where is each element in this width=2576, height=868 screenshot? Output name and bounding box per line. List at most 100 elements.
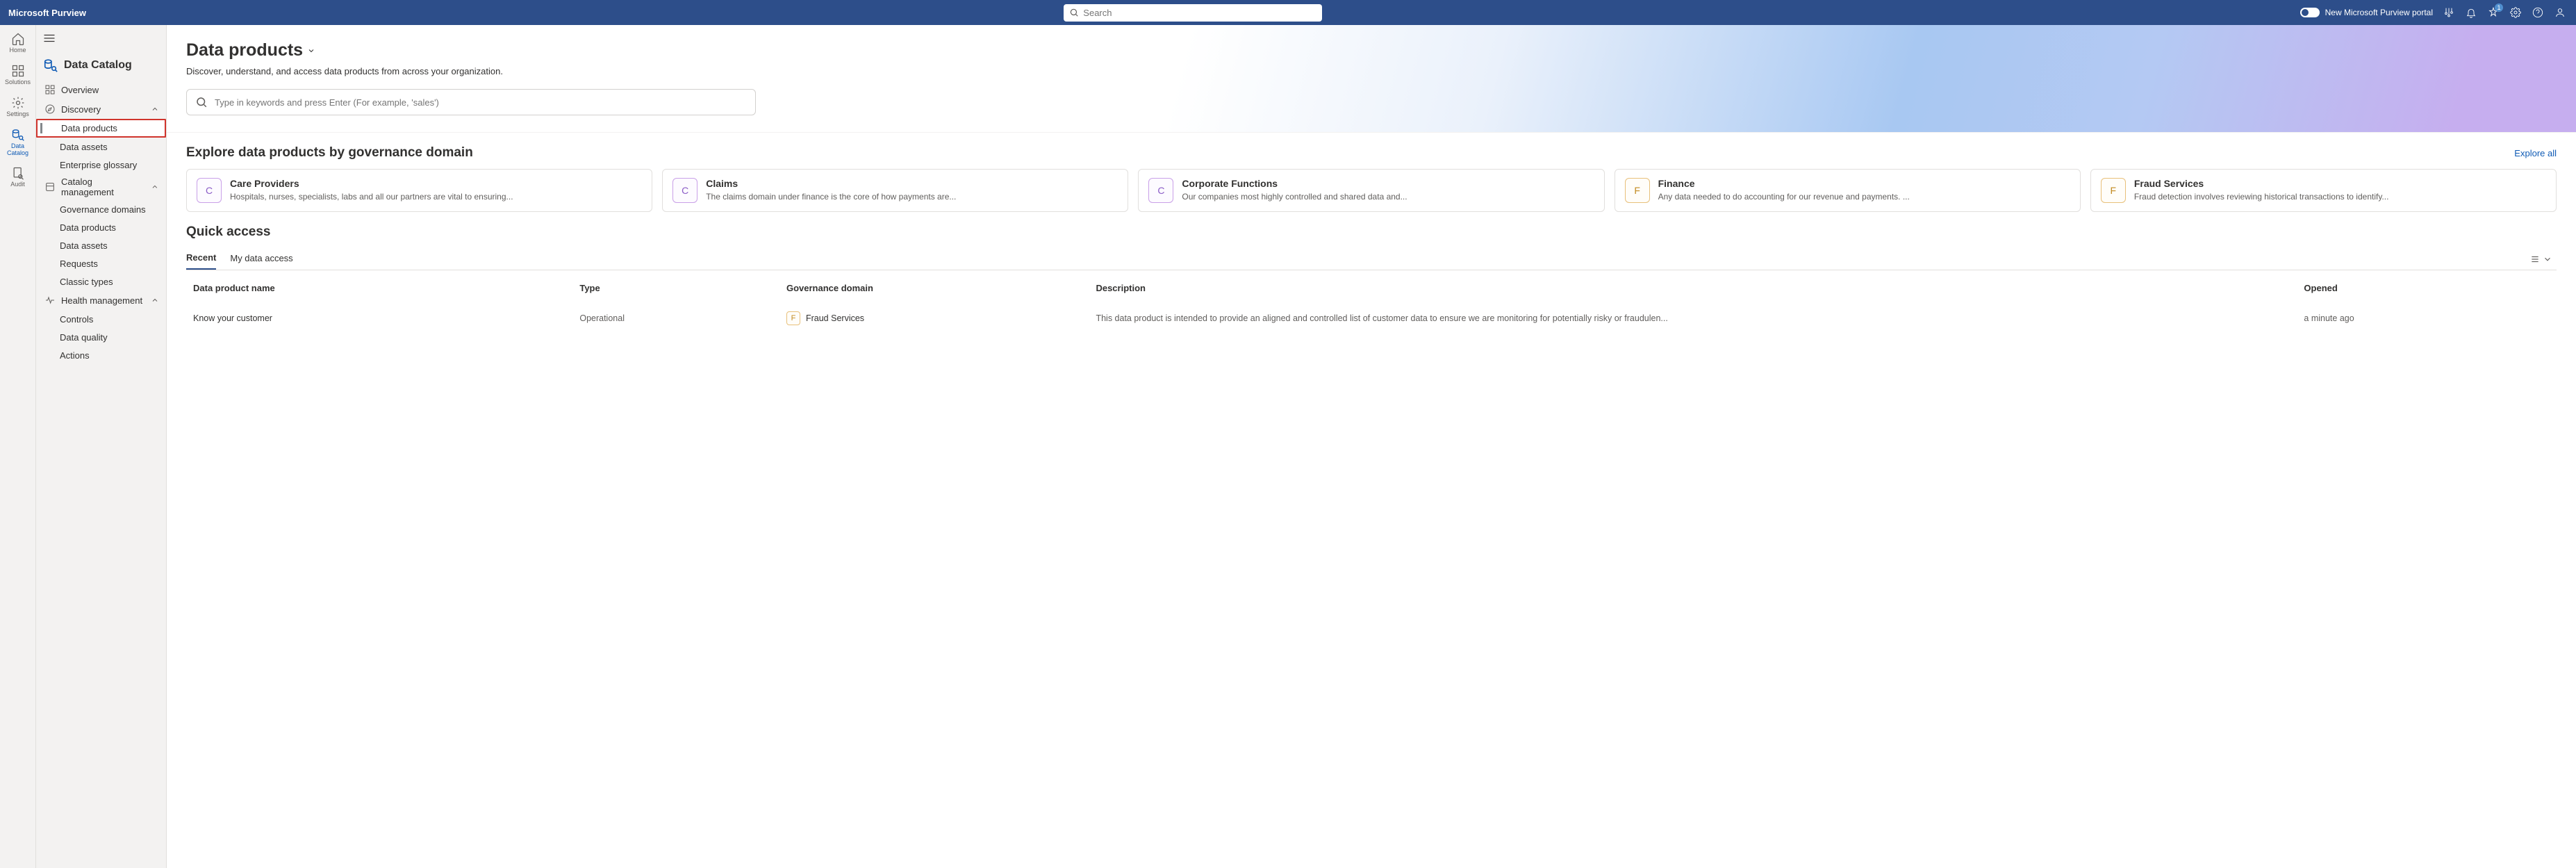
- portal-toggle[interactable]: [2300, 8, 2320, 17]
- tab-my-data-access[interactable]: My data access: [230, 249, 292, 269]
- catalog-mgmt-icon: [44, 181, 56, 193]
- domain-card-corporate-functions[interactable]: C Corporate Functions Our companies most…: [1138, 169, 1604, 212]
- settings-gear-icon[interactable]: [2509, 6, 2522, 19]
- health-icon: [44, 295, 56, 306]
- domain-card-desc: The claims domain under finance is the c…: [706, 191, 956, 202]
- help-icon[interactable]: [2532, 6, 2544, 19]
- brand-title: Microsoft Purview: [6, 8, 86, 18]
- tab-recent[interactable]: Recent: [186, 248, 216, 270]
- domain-badge-small: F: [786, 311, 800, 325]
- notifications-icon[interactable]: [2465, 6, 2477, 19]
- domain-card-desc: Fraud detection involves reviewing histo…: [2134, 191, 2389, 202]
- chevron-up-icon: [151, 296, 159, 304]
- data-product-search[interactable]: [186, 89, 756, 115]
- chevron-down-icon: [2543, 254, 2552, 264]
- data-product-search-input[interactable]: [215, 97, 747, 108]
- nav-cm-data-products[interactable]: Data products: [36, 218, 166, 236]
- overview-icon: [44, 84, 56, 95]
- home-icon: [11, 32, 25, 46]
- domain-card-title: Claims: [706, 178, 956, 189]
- col-name[interactable]: Data product name: [188, 276, 572, 300]
- nav-health-management[interactable]: Health management: [36, 290, 166, 310]
- domain-card-fraud-services[interactable]: F Fraud Services Fraud detection involve…: [2090, 169, 2557, 212]
- portal-toggle-label: New Microsoft Purview portal: [2325, 8, 2433, 17]
- grid-icon: [11, 64, 25, 78]
- quick-access-tabs: Recent My data access: [186, 248, 2557, 270]
- table-row[interactable]: Know your customer Operational F Fraud S…: [188, 302, 2555, 335]
- cell-domain: F Fraud Services: [781, 302, 1089, 335]
- domain-card-title: Fraud Services: [2134, 178, 2389, 189]
- explore-all-link[interactable]: Explore all: [2514, 148, 2557, 158]
- page-title: Data products: [186, 40, 2557, 60]
- main-content: Data products Discover, understand, and …: [167, 25, 2576, 868]
- global-search-input[interactable]: [1083, 8, 1316, 18]
- rail-audit[interactable]: Audit: [3, 166, 33, 188]
- quick-access-title: Quick access: [186, 224, 270, 240]
- sidebar-title-label: Data Catalog: [64, 59, 132, 72]
- rail-audit-label: Audit: [10, 181, 25, 188]
- cell-domain-label: Fraud Services: [806, 313, 864, 323]
- nav-discovery-label: Discovery: [61, 104, 101, 115]
- rail-solutions[interactable]: Solutions: [3, 64, 33, 86]
- cell-desc: This data product is intended to provide…: [1090, 302, 2297, 335]
- domain-cards: C Care Providers Hospitals, nurses, spec…: [186, 169, 2557, 212]
- search-icon: [195, 96, 208, 108]
- view-mode-button[interactable]: [2530, 254, 2557, 264]
- domain-card-title: Care Providers: [230, 178, 513, 189]
- search-icon: [1069, 8, 1079, 17]
- col-domain[interactable]: Governance domain: [781, 276, 1089, 300]
- nav-cm-data-assets[interactable]: Data assets: [36, 236, 166, 254]
- sidebar-collapse-icon[interactable]: [36, 31, 166, 48]
- global-search[interactable]: [1064, 4, 1322, 22]
- chevron-down-icon[interactable]: [307, 47, 315, 55]
- domain-card-title: Finance: [1658, 178, 1910, 189]
- domain-card-care-providers[interactable]: C Care Providers Hospitals, nurses, spec…: [186, 169, 652, 212]
- nav-catalog-management[interactable]: Catalog management: [36, 174, 166, 200]
- portal-toggle-area: New Microsoft Purview portal: [2300, 8, 2433, 17]
- sidebar-title: Data Catalog: [36, 48, 166, 80]
- nav-discovery[interactable]: Discovery: [36, 99, 166, 119]
- domain-card-finance[interactable]: F Finance Any data needed to do accounti…: [1615, 169, 2081, 212]
- nav-actions[interactable]: Actions: [36, 346, 166, 364]
- nav-overview-label: Overview: [61, 85, 99, 95]
- nav-data-assets[interactable]: Data assets: [36, 138, 166, 156]
- nav-data-products[interactable]: Data products: [36, 119, 166, 138]
- diagnostics-icon[interactable]: [2443, 6, 2455, 19]
- list-icon: [2530, 254, 2540, 264]
- col-desc[interactable]: Description: [1090, 276, 2297, 300]
- domain-card-desc: Any data needed to do accounting for our…: [1658, 191, 1910, 202]
- nav-controls[interactable]: Controls: [36, 310, 166, 328]
- domain-card-claims[interactable]: C Claims The claims domain under finance…: [662, 169, 1128, 212]
- quick-access-table: Data product name Type Governance domain…: [186, 275, 2557, 336]
- cell-name: Know your customer: [188, 302, 572, 335]
- domain-card-desc: Hospitals, nurses, specialists, labs and…: [230, 191, 513, 202]
- nav-overview[interactable]: Overview: [36, 80, 166, 99]
- discovery-icon: [44, 104, 56, 115]
- chevron-up-icon: [151, 183, 159, 191]
- domain-card-desc: Our companies most highly controlled and…: [1182, 191, 1407, 202]
- nav-requests[interactable]: Requests: [36, 254, 166, 272]
- nav-data-quality[interactable]: Data quality: [36, 328, 166, 346]
- domain-badge: F: [2101, 178, 2126, 203]
- account-icon[interactable]: [2554, 6, 2566, 19]
- nav-classic-types[interactable]: Classic types: [36, 272, 166, 290]
- page-subtitle: Discover, understand, and access data pr…: [186, 66, 2557, 76]
- nav-enterprise-glossary[interactable]: Enterprise glossary: [36, 156, 166, 174]
- sidebar: Data Catalog Overview Discovery Data pro…: [36, 25, 167, 868]
- rail-home-label: Home: [9, 47, 26, 54]
- chevron-up-icon: [151, 105, 159, 113]
- app-header: Microsoft Purview New Microsoft Purview …: [0, 0, 2576, 25]
- tasks-badge: 1: [2495, 3, 2503, 12]
- rail-settings[interactable]: Settings: [3, 96, 33, 118]
- explore-section: Explore data products by governance doma…: [167, 133, 2576, 212]
- rail-data-catalog[interactable]: Data Catalog: [3, 128, 33, 157]
- audit-icon: [11, 166, 25, 180]
- tasks-icon[interactable]: 1: [2487, 6, 2500, 19]
- col-opened[interactable]: Opened: [2298, 276, 2555, 300]
- col-type[interactable]: Type: [574, 276, 779, 300]
- rail-home[interactable]: Home: [3, 32, 33, 54]
- catalog-title-icon: [43, 58, 58, 73]
- gear-icon: [11, 96, 25, 110]
- nav-governance-domains[interactable]: Governance domains: [36, 200, 166, 218]
- quick-access-section: Quick access Recent My data access Data …: [167, 212, 2576, 336]
